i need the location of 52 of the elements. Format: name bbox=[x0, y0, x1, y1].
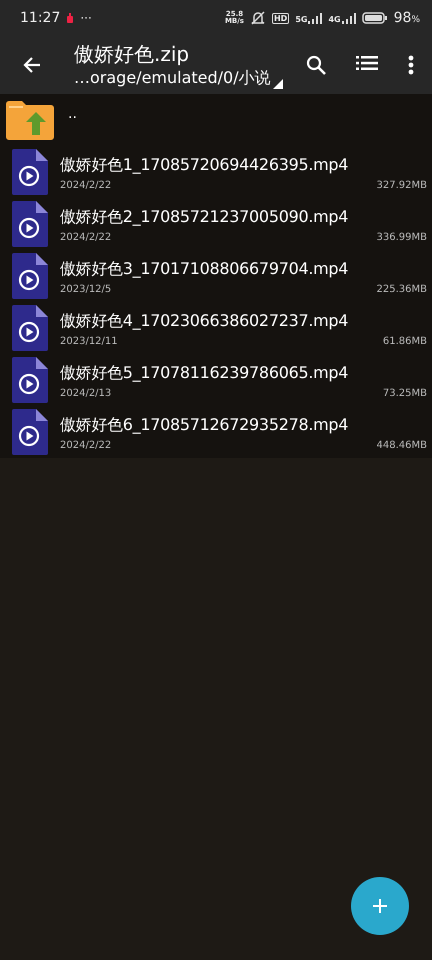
file-date: 2024/2/13 bbox=[60, 388, 112, 398]
video-file-icon bbox=[12, 305, 48, 351]
more-vertical-icon bbox=[408, 55, 414, 75]
parent-folder-label: .. bbox=[68, 106, 77, 122]
clock: 11:27 bbox=[20, 10, 60, 26]
list-icon bbox=[356, 55, 378, 71]
mute-icon bbox=[250, 11, 266, 25]
file-name: 傲娇好色6_17085712672935278.mp4 bbox=[60, 414, 350, 436]
video-file-icon bbox=[12, 253, 48, 299]
signal-icon bbox=[342, 12, 356, 24]
file-row[interactable]: 傲娇好色3_17017108806679704.mp4 2023/12/5 225.36MB bbox=[0, 250, 432, 302]
file-size: 225.36MB bbox=[376, 284, 427, 294]
video-file-icon bbox=[12, 149, 48, 195]
file-size: 61.86MB bbox=[382, 336, 427, 346]
parent-folder-row[interactable]: .. bbox=[0, 94, 432, 146]
file-size: 448.46MB bbox=[376, 440, 427, 450]
file-size: 336.99MB bbox=[376, 232, 427, 242]
file-size: 73.25MB bbox=[382, 388, 427, 398]
network-type: 4G bbox=[328, 14, 341, 24]
plus-icon bbox=[373, 899, 387, 913]
file-size: 327.92MB bbox=[376, 180, 427, 190]
folder-up-icon bbox=[6, 100, 54, 140]
file-date: 2023/12/11 bbox=[60, 336, 118, 346]
file-name: 傲娇好色5_17078116239786065.mp4 bbox=[60, 362, 350, 384]
more-notifications: ··· bbox=[80, 11, 92, 25]
video-file-icon bbox=[12, 409, 48, 455]
battery-icon bbox=[362, 12, 388, 24]
file-date: 2024/2/22 bbox=[60, 440, 112, 450]
battery-level: 98% bbox=[394, 10, 420, 26]
file-name: 傲娇好色1_17085720694426395.mp4 bbox=[60, 154, 350, 176]
hd-badge: HD bbox=[272, 12, 290, 24]
signal-icon bbox=[308, 12, 322, 24]
file-row[interactable]: 傲娇好色2_17085721237005090.mp4 2024/2/22 336.99MB bbox=[0, 198, 432, 250]
path-label[interactable]: …orage/emulated/0/小说 bbox=[74, 67, 271, 89]
back-arrow-icon bbox=[22, 55, 42, 75]
dropdown-corner-icon[interactable] bbox=[272, 79, 283, 89]
file-name: 傲娇好色2_17085721237005090.mp4 bbox=[60, 206, 350, 228]
network-type: 5G bbox=[295, 14, 308, 24]
file-row[interactable]: 傲娇好色4_17023066386027237.mp4 2023/12/11 61.86MB bbox=[0, 302, 432, 354]
video-file-icon bbox=[12, 201, 48, 247]
archive-title: 傲娇好色.zip bbox=[74, 41, 190, 67]
file-date: 2023/12/5 bbox=[60, 284, 112, 294]
file-row[interactable]: 傲娇好色5_17078116239786065.mp4 2024/2/13 73.25MB bbox=[0, 354, 432, 406]
file-row[interactable]: 傲娇好色6_17085712672935278.mp4 2024/2/22 448.46MB bbox=[0, 406, 432, 458]
file-date: 2024/2/22 bbox=[60, 180, 112, 190]
file-row[interactable]: 傲娇好色1_17085720694426395.mp4 2024/2/22 327.92MB bbox=[0, 146, 432, 198]
file-date: 2024/2/22 bbox=[60, 232, 112, 242]
file-name: 傲娇好色4_17023066386027237.mp4 bbox=[60, 310, 350, 332]
file-name: 傲娇好色3_17017108806679704.mp4 bbox=[60, 258, 350, 280]
video-file-icon bbox=[12, 357, 48, 403]
search-icon bbox=[306, 55, 326, 75]
notification-icon bbox=[66, 13, 74, 23]
